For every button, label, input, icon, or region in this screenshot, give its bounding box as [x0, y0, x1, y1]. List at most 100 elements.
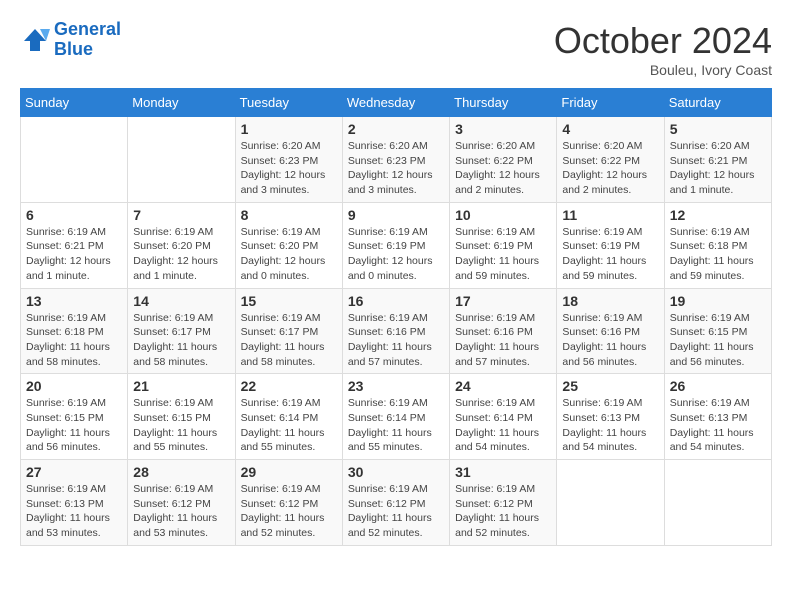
calendar-cell: 4 Sunrise: 6:20 AM Sunset: 6:22 PM Daylig…	[557, 117, 664, 203]
day-number: 9	[348, 207, 444, 223]
calendar-cell: 6 Sunrise: 6:19 AM Sunset: 6:21 PM Daylig…	[21, 202, 128, 288]
calendar-cell: 9 Sunrise: 6:19 AM Sunset: 6:19 PM Daylig…	[342, 202, 449, 288]
day-info: Sunrise: 6:19 AM Sunset: 6:15 PM Dayligh…	[133, 396, 229, 455]
day-number: 24	[455, 378, 551, 394]
day-info: Sunrise: 6:19 AM Sunset: 6:17 PM Dayligh…	[133, 311, 229, 370]
calendar-cell: 25 Sunrise: 6:19 AM Sunset: 6:13 PM Dayli…	[557, 374, 664, 460]
day-number: 20	[26, 378, 122, 394]
day-info: Sunrise: 6:20 AM Sunset: 6:23 PM Dayligh…	[241, 139, 337, 198]
location-subtitle: Bouleu, Ivory Coast	[554, 62, 772, 78]
title-block: October 2024 Bouleu, Ivory Coast	[554, 20, 772, 78]
day-info: Sunrise: 6:19 AM Sunset: 6:19 PM Dayligh…	[348, 225, 444, 284]
calendar-cell: 23 Sunrise: 6:19 AM Sunset: 6:14 PM Dayli…	[342, 374, 449, 460]
day-info: Sunrise: 6:19 AM Sunset: 6:13 PM Dayligh…	[562, 396, 658, 455]
logo-icon	[20, 25, 50, 55]
day-number: 6	[26, 207, 122, 223]
calendar-cell: 22 Sunrise: 6:19 AM Sunset: 6:14 PM Dayli…	[235, 374, 342, 460]
day-info: Sunrise: 6:19 AM Sunset: 6:14 PM Dayligh…	[241, 396, 337, 455]
day-info: Sunrise: 6:19 AM Sunset: 6:14 PM Dayligh…	[348, 396, 444, 455]
calendar-cell: 16 Sunrise: 6:19 AM Sunset: 6:16 PM Dayli…	[342, 288, 449, 374]
calendar-cell: 1 Sunrise: 6:20 AM Sunset: 6:23 PM Daylig…	[235, 117, 342, 203]
day-info: Sunrise: 6:19 AM Sunset: 6:18 PM Dayligh…	[670, 225, 766, 284]
calendar-cell: 19 Sunrise: 6:19 AM Sunset: 6:15 PM Dayli…	[664, 288, 771, 374]
weekday-header: Friday	[557, 89, 664, 117]
weekday-header: Thursday	[450, 89, 557, 117]
day-info: Sunrise: 6:19 AM Sunset: 6:19 PM Dayligh…	[562, 225, 658, 284]
calendar-cell: 3Sunrise: 6:20 AM Sunset: 6:22 PM Daylig…	[450, 117, 557, 203]
day-info: Sunrise: 6:19 AM Sunset: 6:15 PM Dayligh…	[26, 396, 122, 455]
day-info: Sunrise: 6:19 AM Sunset: 6:17 PM Dayligh…	[241, 311, 337, 370]
day-info: Sunrise: 6:19 AM Sunset: 6:15 PM Dayligh…	[670, 311, 766, 370]
day-number: 16	[348, 293, 444, 309]
calendar-cell: 24 Sunrise: 6:19 AM Sunset: 6:14 PM Dayli…	[450, 374, 557, 460]
calendar-week-row: 20 Sunrise: 6:19 AM Sunset: 6:15 PM Dayli…	[21, 374, 772, 460]
day-number: 23	[348, 378, 444, 394]
day-number: 26	[670, 378, 766, 394]
day-number: 11	[562, 207, 658, 223]
day-info: Sunrise: 6:19 AM Sunset: 6:20 PM Dayligh…	[133, 225, 229, 284]
calendar-cell: 26Sunrise: 6:19 AM Sunset: 6:13 PM Dayli…	[664, 374, 771, 460]
weekday-header-row: SundayMondayTuesdayWednesdayThursdayFrid…	[21, 89, 772, 117]
day-info: Sunrise: 6:19 AM Sunset: 6:12 PM Dayligh…	[133, 482, 229, 541]
calendar-week-row: 1 Sunrise: 6:20 AM Sunset: 6:23 PM Daylig…	[21, 117, 772, 203]
day-info: Sunrise: 6:20 AM Sunset: 6:22 PM Dayligh…	[562, 139, 658, 198]
day-number: 25	[562, 378, 658, 394]
calendar-cell: 12 Sunrise: 6:19 AM Sunset: 6:18 PM Dayli…	[664, 202, 771, 288]
day-number: 1	[241, 121, 337, 137]
day-number: 18	[562, 293, 658, 309]
day-number: 10	[455, 207, 551, 223]
day-info: Sunrise: 6:19 AM Sunset: 6:18 PM Dayligh…	[26, 311, 122, 370]
day-info: Sunrise: 6:19 AM Sunset: 6:16 PM Dayligh…	[455, 311, 551, 370]
calendar-week-row: 13 Sunrise: 6:19 AM Sunset: 6:18 PM Dayli…	[21, 288, 772, 374]
day-number: 27	[26, 464, 122, 480]
calendar-cell: 5 Sunrise: 6:20 AM Sunset: 6:21 PM Daylig…	[664, 117, 771, 203]
logo-text: General Blue	[54, 20, 121, 60]
weekday-header: Wednesday	[342, 89, 449, 117]
calendar-cell: 7Sunrise: 6:19 AM Sunset: 6:20 PM Daylig…	[128, 202, 235, 288]
calendar-cell: 27 Sunrise: 6:19 AM Sunset: 6:13 PM Dayli…	[21, 460, 128, 546]
day-number: 30	[348, 464, 444, 480]
day-info: Sunrise: 6:19 AM Sunset: 6:13 PM Dayligh…	[26, 482, 122, 541]
day-number: 22	[241, 378, 337, 394]
day-number: 28	[133, 464, 229, 480]
weekday-header: Monday	[128, 89, 235, 117]
day-info: Sunrise: 6:19 AM Sunset: 6:19 PM Dayligh…	[455, 225, 551, 284]
calendar-cell: 8 Sunrise: 6:19 AM Sunset: 6:20 PM Daylig…	[235, 202, 342, 288]
day-info: Sunrise: 6:19 AM Sunset: 6:21 PM Dayligh…	[26, 225, 122, 284]
calendar-cell	[664, 460, 771, 546]
calendar-week-row: 27 Sunrise: 6:19 AM Sunset: 6:13 PM Dayli…	[21, 460, 772, 546]
day-number: 13	[26, 293, 122, 309]
day-number: 4	[562, 121, 658, 137]
day-number: 8	[241, 207, 337, 223]
weekday-header: Sunday	[21, 89, 128, 117]
day-number: 5	[670, 121, 766, 137]
day-info: Sunrise: 6:19 AM Sunset: 6:16 PM Dayligh…	[562, 311, 658, 370]
calendar-cell	[128, 117, 235, 203]
day-number: 21	[133, 378, 229, 394]
day-number: 31	[455, 464, 551, 480]
weekday-header: Saturday	[664, 89, 771, 117]
calendar-cell: 29Sunrise: 6:19 AM Sunset: 6:12 PM Dayli…	[235, 460, 342, 546]
day-info: Sunrise: 6:19 AM Sunset: 6:12 PM Dayligh…	[455, 482, 551, 541]
day-number: 17	[455, 293, 551, 309]
day-info: Sunrise: 6:19 AM Sunset: 6:20 PM Dayligh…	[241, 225, 337, 284]
weekday-header: Tuesday	[235, 89, 342, 117]
calendar-cell: 31 Sunrise: 6:19 AM Sunset: 6:12 PM Dayli…	[450, 460, 557, 546]
day-number: 3	[455, 121, 551, 137]
calendar-cell: 20 Sunrise: 6:19 AM Sunset: 6:15 PM Dayli…	[21, 374, 128, 460]
day-number: 29	[241, 464, 337, 480]
day-info: Sunrise: 6:19 AM Sunset: 6:16 PM Dayligh…	[348, 311, 444, 370]
day-info: Sunrise: 6:19 AM Sunset: 6:14 PM Dayligh…	[455, 396, 551, 455]
logo: General Blue	[20, 20, 121, 60]
day-number: 19	[670, 293, 766, 309]
day-info: Sunrise: 6:19 AM Sunset: 6:12 PM Dayligh…	[348, 482, 444, 541]
calendar-cell: 11 Sunrise: 6:19 AM Sunset: 6:19 PM Dayli…	[557, 202, 664, 288]
calendar-cell: 10 Sunrise: 6:19 AM Sunset: 6:19 PM Dayli…	[450, 202, 557, 288]
calendar-cell	[21, 117, 128, 203]
month-title: October 2024	[554, 20, 772, 62]
day-info: Sunrise: 6:20 AM Sunset: 6:21 PM Dayligh…	[670, 139, 766, 198]
calendar-cell: 15Sunrise: 6:19 AM Sunset: 6:17 PM Dayli…	[235, 288, 342, 374]
day-number: 12	[670, 207, 766, 223]
day-number: 14	[133, 293, 229, 309]
day-info: Sunrise: 6:20 AM Sunset: 6:23 PM Dayligh…	[348, 139, 444, 198]
